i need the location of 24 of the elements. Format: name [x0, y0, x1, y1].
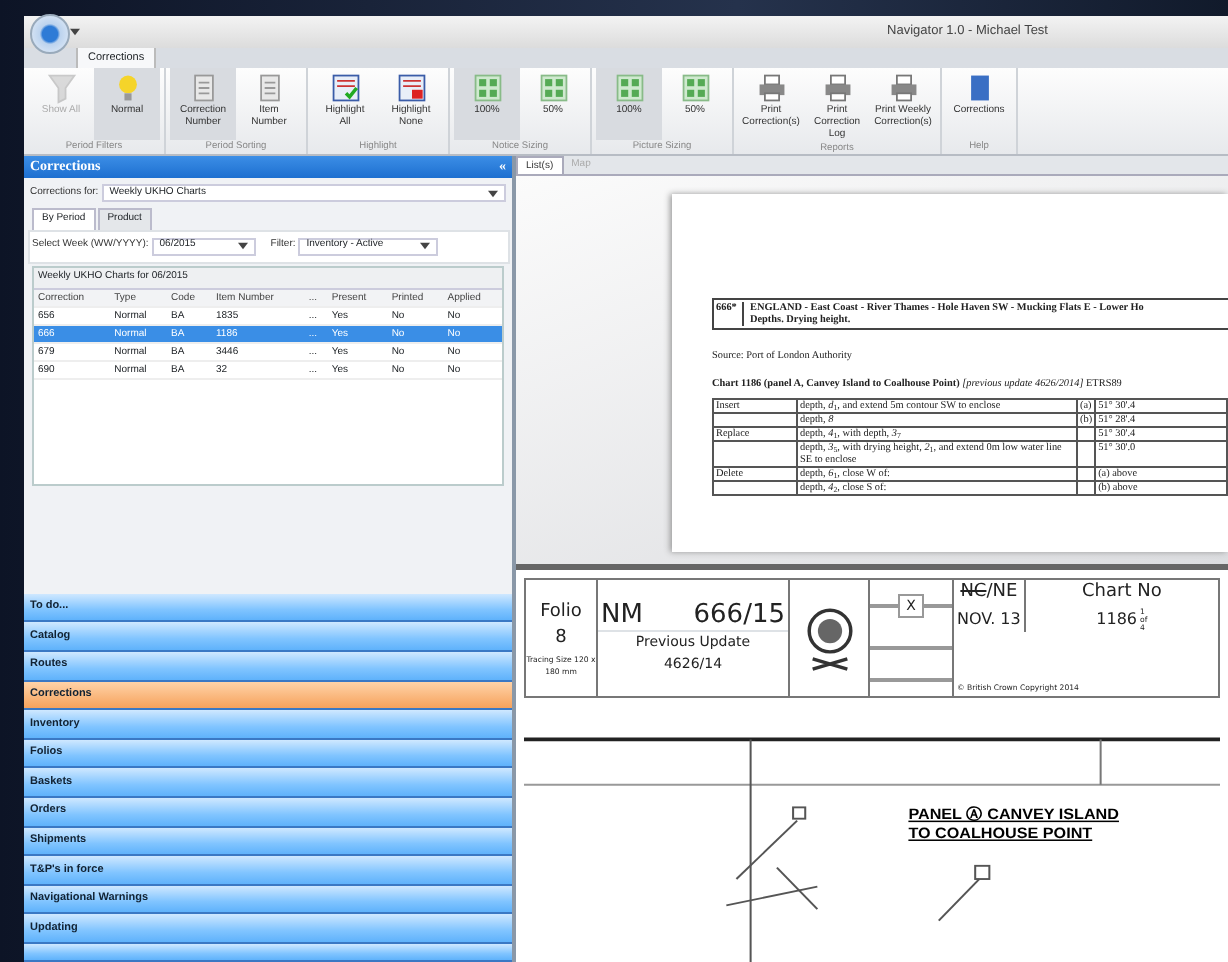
date-text: NOV. 13: [957, 607, 1021, 631]
folio-number: 8: [555, 626, 567, 653]
nm-label: NM: [601, 602, 643, 630]
caret-icon[interactable]: [237, 242, 248, 250]
caret-icon[interactable]: [420, 242, 431, 250]
grid-icon: [613, 72, 645, 104]
printer-icon: [821, 72, 853, 104]
highlight-check-icon: [329, 72, 361, 104]
caret-icon[interactable]: [488, 189, 498, 197]
code-text: /NE: [986, 580, 1018, 606]
grid-icon: [537, 72, 569, 104]
application-button[interactable]: [30, 14, 70, 54]
chart-no-label: Chart No: [1082, 580, 1162, 606]
printer-icon: [887, 72, 919, 104]
highlight-remove-icon: [395, 72, 427, 104]
printer-icon: [755, 72, 787, 104]
chart-number: 1186: [1096, 607, 1138, 631]
nm-number: 666/15: [693, 602, 785, 630]
caret-icon[interactable]: [70, 28, 80, 36]
grid-icon: [471, 72, 503, 104]
folio-label: Folio: [540, 599, 582, 626]
grid-icon: [679, 72, 711, 104]
struck-code: NC: [960, 580, 987, 606]
funnel-icon: [45, 72, 77, 104]
